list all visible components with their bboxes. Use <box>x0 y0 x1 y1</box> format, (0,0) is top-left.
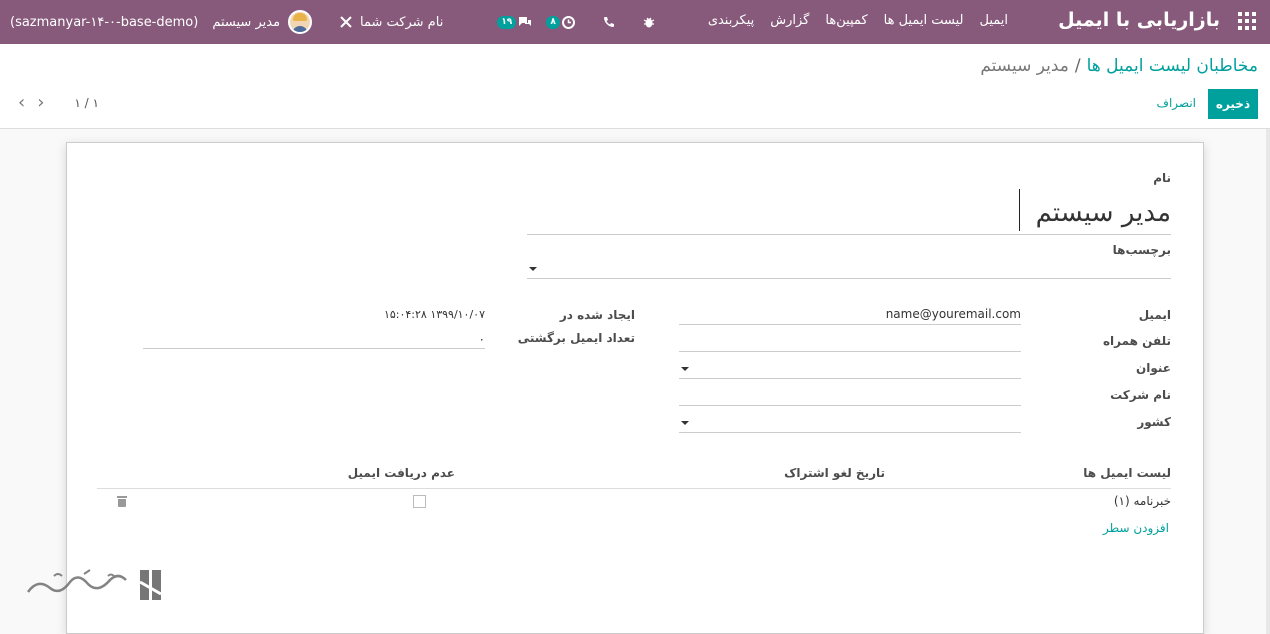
form-sheet: نام برچسب‌ها ایمیل name@youremail.com تل… <box>66 142 1204 634</box>
control-panel: مخاطبان لیست ایمیل ها / مدیر سیستم ذخیره… <box>0 44 1270 129</box>
email-label: ایمیل <box>1138 308 1171 322</box>
column-mailing-list[interactable]: لیست ایمیل ها <box>1083 466 1171 480</box>
country-select[interactable] <box>679 411 1021 433</box>
page-scrollbar[interactable] <box>1266 129 1270 634</box>
email-value: name@youremail.com <box>885 307 1021 321</box>
country-dropdown-icon[interactable] <box>681 421 689 425</box>
pager-value[interactable]: ۱ / ۱ <box>74 96 99 110</box>
row-mailing-list[interactable]: خبرنامه (۱) <box>1114 494 1171 508</box>
text-cursor <box>1019 189 1020 231</box>
created-label: ایجاد شده در <box>559 308 635 322</box>
phone-button[interactable] <box>603 16 615 28</box>
company-label: نام شرکت <box>1110 388 1171 402</box>
bounce-input <box>143 327 485 349</box>
breadcrumb-current: مدیر سیستم <box>980 56 1069 76</box>
menu-item-configuration[interactable]: پیکربندی <box>708 13 754 28</box>
menu-item-mailing-lists[interactable]: لیست ایمیل ها <box>884 13 964 28</box>
debug-button[interactable] <box>643 16 655 28</box>
database-name: (sazmanyar-۱۴-۰-base-demo) <box>10 14 199 30</box>
watermark-logo <box>26 569 162 600</box>
bounce-label: تعداد ایمیل برگشتی <box>517 331 635 345</box>
company-switcher[interactable]: نام شرکت شما <box>340 15 443 30</box>
name-label: نام <box>1153 171 1171 185</box>
pager-previous-icon[interactable]: ‹ <box>18 94 25 112</box>
delete-row-icon[interactable] <box>117 496 127 507</box>
breadcrumb: مخاطبان لیست ایمیل ها / مدیر سیستم <box>980 56 1258 76</box>
discard-button[interactable]: انصراف <box>1157 96 1196 110</box>
subscriptions-table-header: لیست ایمیل ها تاریخ لغو اشتراک عدم دریاف… <box>97 461 1171 489</box>
messaging-menu[interactable]: ۱۹ <box>497 15 532 29</box>
pager: ‹ › ۱ / ۱ <box>18 94 99 112</box>
bounce-value: ۰ <box>478 332 485 346</box>
add-line-link[interactable]: افزودن سطر <box>1103 521 1169 535</box>
company-name: نام شرکت شما <box>360 14 444 30</box>
column-opt-out[interactable]: عدم دریافت ایمیل <box>348 466 455 480</box>
pager-next-icon[interactable]: › <box>37 94 44 112</box>
title-dropdown-icon[interactable] <box>681 367 689 371</box>
tools-icon <box>340 16 352 28</box>
mobile-label: تلفن همراه <box>1102 334 1171 348</box>
column-unsubscription-date[interactable]: تاریخ لغو اشتراک <box>784 466 885 480</box>
messages-badge: ۱۹ <box>497 15 517 29</box>
user-menu[interactable]: مدیر سیستم <box>212 10 313 34</box>
menu-item-campaigns[interactable]: کمپین‌ها <box>825 13 867 28</box>
tags-dropdown-icon[interactable] <box>529 267 537 271</box>
activities-badge: ۸ <box>546 15 560 29</box>
country-label: کشور <box>1137 415 1171 429</box>
avatar <box>288 10 313 34</box>
company-input[interactable] <box>679 384 1021 406</box>
mobile-input[interactable] <box>679 330 1021 352</box>
menu-item-reporting[interactable]: گزارش <box>770 13 809 28</box>
bug-icon <box>643 17 655 28</box>
table-row[interactable]: خبرنامه (۱) <box>97 489 1171 515</box>
phone-icon <box>603 17 614 27</box>
chat-icon <box>519 17 532 26</box>
title-select[interactable] <box>679 357 1021 379</box>
save-button[interactable]: ذخیره <box>1208 89 1258 119</box>
top-navbar: بازاریابی با ایمیل ایمیل لیست ایمیل ها ک… <box>0 0 1270 44</box>
systray: (sazmanyar-۱۴-۰-base-demo) مدیر سیستم نا… <box>10 0 655 44</box>
user-name: مدیر سیستم <box>212 14 281 30</box>
created-value: ۱۳۹۹/۱۰/۰۷ ۱۵:۰۴:۲۸ <box>383 308 485 321</box>
breadcrumb-separator: / <box>1074 56 1081 76</box>
clock-icon <box>561 15 575 29</box>
name-input[interactable] <box>527 191 1171 235</box>
breadcrumb-parent-link[interactable]: مخاطبان لیست ایمیل ها <box>1087 56 1258 76</box>
opt-out-checkbox[interactable] <box>413 495 426 508</box>
tags-input[interactable] <box>527 255 1171 279</box>
app-title: بازاریابی با ایمیل <box>1058 9 1220 31</box>
activity-menu[interactable]: ۸ <box>546 15 575 29</box>
main-menu: ایمیل لیست ایمیل ها کمپین‌ها گزارش پیکرب… <box>708 13 1008 28</box>
menu-item-email[interactable]: ایمیل <box>979 13 1008 28</box>
title-label: عنوان <box>1136 361 1171 375</box>
apps-menu-icon[interactable] <box>1238 12 1256 30</box>
